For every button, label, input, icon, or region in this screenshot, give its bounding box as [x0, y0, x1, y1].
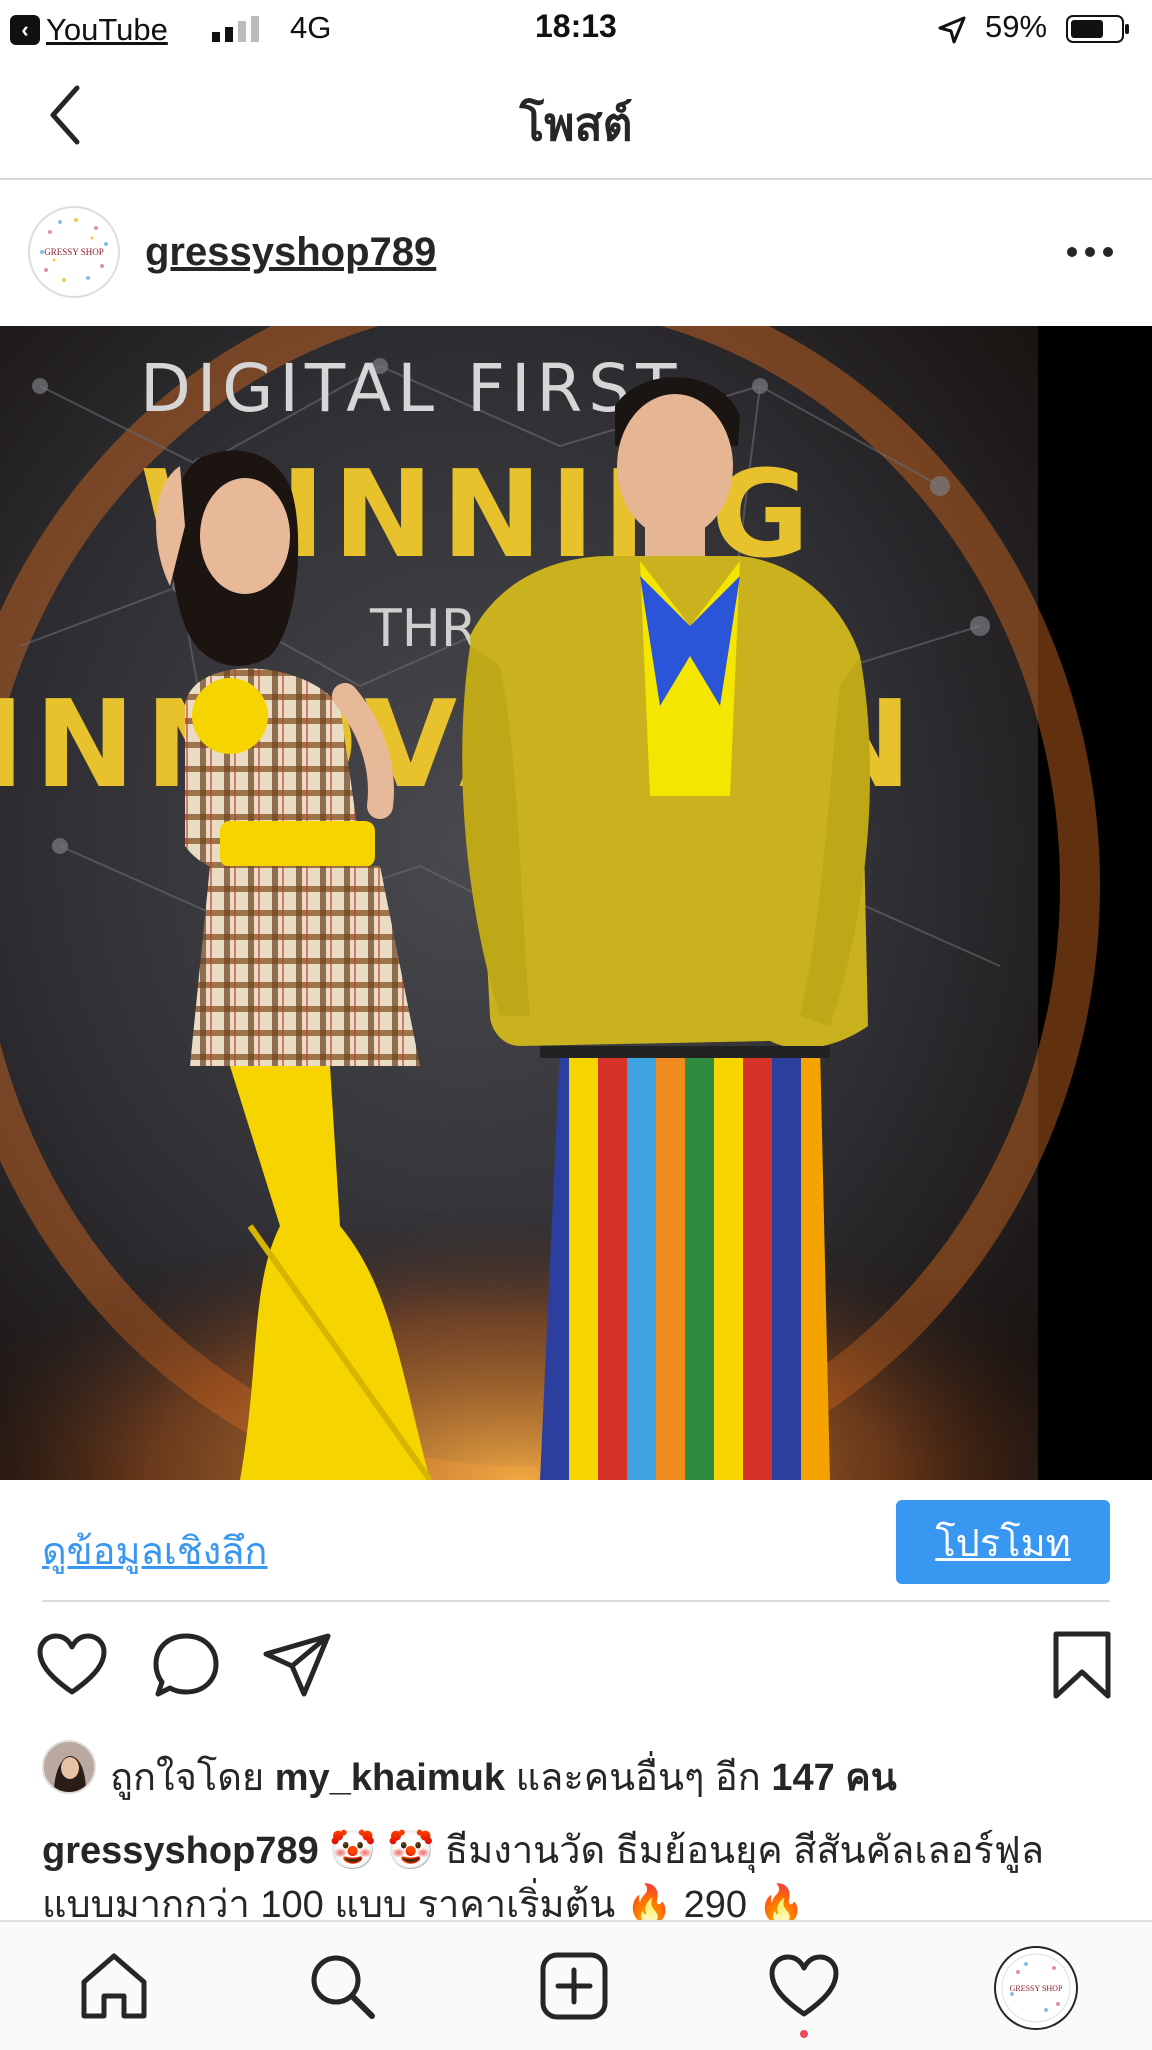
signal-icon [212, 16, 259, 42]
post-photo[interactable]: DIGITAL FIRST WINNING THROUGH INNOVATION [0, 326, 1152, 1480]
back-to-app-link[interactable]: ‹ YouTube [10, 12, 168, 48]
comment-icon[interactable] [150, 1630, 222, 1702]
profile-logo-text: GRESSY SHOP [1010, 1984, 1063, 1993]
network-type: 4G [290, 10, 332, 45]
notification-dot [800, 2030, 808, 2038]
search-icon[interactable] [306, 1950, 378, 2022]
photo-text-1: DIGITAL FIRST [140, 350, 682, 427]
post-caption: gressyshop789 🤡 🤡 ธีมงานวัด ธีมย้อนยุค ส… [42, 1824, 1122, 1920]
location-arrow-icon [938, 16, 966, 44]
insights-row: ดูข้อมูลเชิงลึก โปรโมท [0, 1480, 1152, 1602]
liker-avatar[interactable] [42, 1740, 96, 1794]
avatar-logo-text: GRESSY SHOP [44, 247, 103, 257]
photo-scene: DIGITAL FIRST WINNING THROUGH INNOVATION [0, 326, 1152, 1480]
post-username[interactable]: gressyshop789 [145, 230, 436, 275]
activity-icon[interactable] [768, 1950, 840, 2022]
heart-icon[interactable] [36, 1630, 108, 1702]
likes-text: ถูกใจโดย my_khaimuk และคนอื่นๆ อีก 147 ค… [110, 1746, 897, 1807]
divider [42, 1600, 1110, 1602]
caption-username[interactable]: gressyshop789 [42, 1830, 319, 1872]
battery-icon [1066, 15, 1129, 43]
avatar-logo: GRESSY SHOP [32, 210, 116, 294]
back-app-label: YouTube [46, 12, 168, 47]
likes-prefix: ถูกใจโดย [110, 1757, 265, 1799]
bottom-tab-bar: GRESSY SHOP [0, 1920, 1152, 2050]
clock: 18:13 [535, 8, 617, 44]
post-header: GRESSY SHOP gressyshop789 [0, 180, 1152, 326]
home-icon[interactable] [78, 1950, 150, 2022]
view-insights-link[interactable]: ดูข้อมูลเชิงลึก [42, 1520, 267, 1581]
share-icon[interactable] [262, 1630, 334, 1702]
promote-button[interactable]: โปรโมท [896, 1500, 1110, 1584]
liker-username[interactable]: my_khaimuk [275, 1757, 505, 1799]
likes-unit: คน [845, 1757, 897, 1799]
profile-icon[interactable]: GRESSY SHOP [994, 1946, 1078, 2030]
page-title: โพสต์ [519, 98, 633, 150]
profile-logo: GRESSY SHOP [1001, 1953, 1071, 2023]
back-arrow-icon: ‹ [10, 15, 40, 45]
likes-count[interactable]: 147 [771, 1757, 834, 1799]
nav-header: โพสต์ [0, 60, 1152, 180]
new-post-icon[interactable] [538, 1950, 610, 2022]
battery-percent: 59% [985, 9, 1048, 44]
status-bar: ‹ YouTube 4G 18:13 59% [0, 0, 1152, 60]
ellipsis-icon[interactable] [1060, 232, 1120, 272]
bookmark-icon[interactable] [1046, 1630, 1118, 1702]
likes-suffix: และคนอื่นๆ อีก [515, 1757, 761, 1799]
likes-row: ถูกใจโดย my_khaimuk และคนอื่นๆ อีก 147 ค… [42, 1740, 1122, 1804]
avatar[interactable]: GRESSY SHOP [28, 206, 120, 298]
